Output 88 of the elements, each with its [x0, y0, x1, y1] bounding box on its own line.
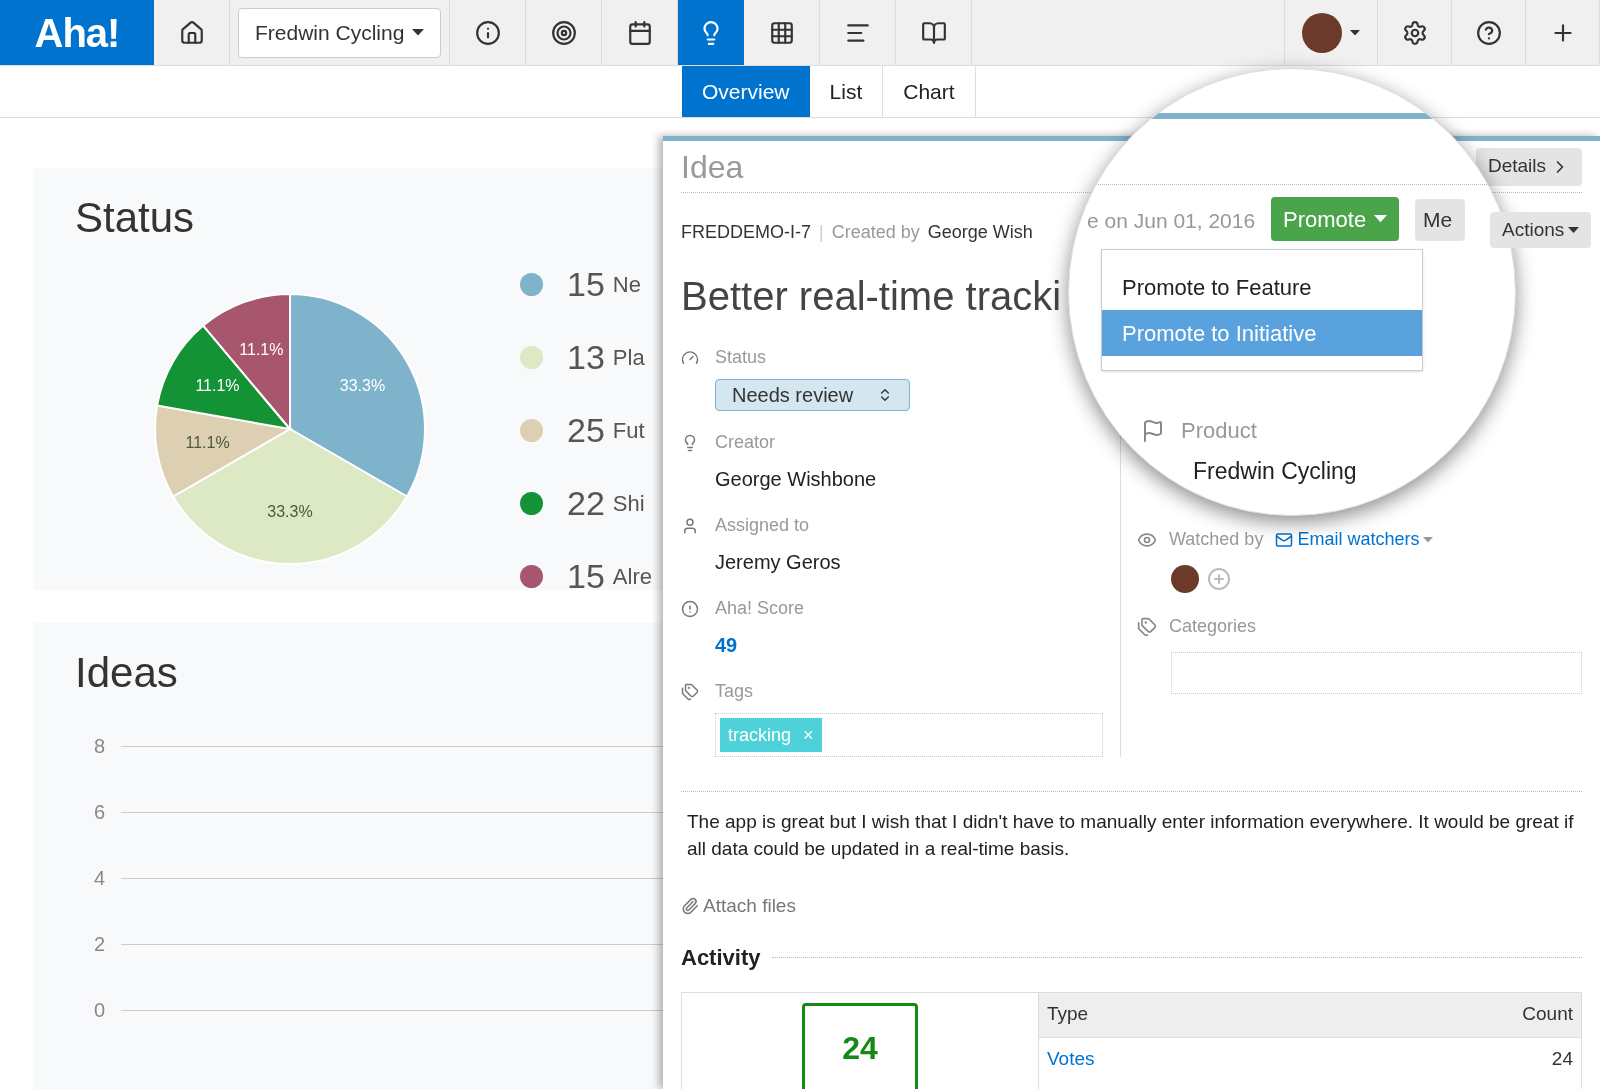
legend-count: 13 — [567, 337, 605, 378]
caret-icon — [1423, 536, 1434, 543]
field-label: Tags — [715, 680, 754, 703]
gauge-icon — [681, 348, 699, 367]
created-date: e on Jun 01, 2016 — [1087, 208, 1256, 234]
menu-item[interactable]: Promote to Feature — [1102, 264, 1422, 310]
score-link[interactable]: 49 — [715, 630, 738, 660]
sub-tab[interactable]: Overview — [682, 66, 810, 117]
legend-label: Pla — [612, 344, 645, 372]
sub-tab[interactable]: Chart — [883, 66, 976, 117]
field-value: Jeremy Geros — [715, 550, 841, 575]
legend-count: 22 — [567, 483, 605, 524]
legend-label: Alre — [612, 563, 652, 591]
tags-icon — [681, 682, 699, 701]
email-watchers-link[interactable]: Email watchers — [1275, 526, 1434, 553]
caret-icon — [1350, 29, 1360, 36]
user-icon — [681, 516, 699, 535]
actions-button[interactable]: Actions — [1490, 212, 1592, 248]
legend-label: Fut — [612, 417, 645, 445]
slice-label: 11.1% — [239, 340, 284, 358]
column-header: Type — [1047, 1002, 1089, 1027]
field-label: Assigned to — [715, 514, 810, 537]
alert-icon — [681, 599, 699, 618]
slice-label: 33.3% — [339, 377, 386, 395]
slice-label: 33.3% — [267, 502, 313, 520]
idea-description: The app is great but I wish that I didn't have to manually enter information everywhere. It would be great if all data could be updated in a real-time basis. — [687, 810, 1575, 861]
legend-label: Shi — [612, 490, 645, 518]
axis-label: 6 — [92, 800, 105, 825]
details-button[interactable]: Details — [1475, 147, 1582, 186]
panel-title: Idea — [681, 147, 744, 187]
field-label: Status — [715, 346, 767, 369]
sub-tab[interactable]: List — [809, 66, 884, 117]
info-icon — [474, 19, 501, 46]
settings-icon — [1401, 19, 1428, 46]
book-icon — [920, 19, 947, 46]
tags-icon — [1137, 616, 1157, 637]
field-value: George Wishbone — [715, 467, 877, 492]
separator: | — [819, 221, 824, 244]
field-label: Categories — [1169, 615, 1257, 638]
section-title: Activity — [681, 943, 761, 972]
legend-label: Ne — [612, 271, 641, 299]
grid-icon — [768, 19, 795, 46]
avatar — [1171, 565, 1199, 593]
calendar-icon — [626, 19, 653, 46]
paperclip-icon — [681, 897, 699, 916]
created-label: Created by — [831, 221, 920, 244]
card-title: Ideas — [75, 648, 178, 698]
slice-label: 11.1% — [185, 433, 230, 451]
axis-label: 4 — [92, 866, 105, 891]
help-icon — [1475, 19, 1502, 46]
more-button[interactable]: Me — [1415, 199, 1465, 241]
table-cell-text: 24 — [1551, 1046, 1573, 1071]
column-header: Count — [1522, 1002, 1573, 1027]
menu-item[interactable]: Promote to Initiative — [1102, 310, 1422, 356]
field-label: Creator — [715, 431, 776, 454]
creator-name: George Wish — [927, 221, 1033, 244]
axis-label: 8 — [92, 734, 105, 759]
flag-icon — [1141, 418, 1165, 443]
field-label: Watched by — [1169, 528, 1264, 551]
caret-icon — [1374, 215, 1388, 223]
product-dropdown[interactable]: Fredwin Cycling — [238, 7, 442, 58]
mail-icon — [1275, 530, 1294, 549]
categories-field[interactable] — [1171, 652, 1582, 694]
promote-button[interactable]: Promote — [1271, 197, 1400, 241]
product-name: Fredwin Cycling — [1193, 457, 1357, 486]
field-label: Product — [1181, 417, 1257, 445]
field-label: Aha! Score — [715, 597, 805, 620]
home-icon — [178, 19, 205, 46]
caret-icon — [1568, 226, 1580, 233]
status-select[interactable]: Needs review — [715, 379, 911, 411]
tag: tracking × — [720, 718, 822, 752]
legend-count: 15 — [567, 264, 605, 305]
card-title: Status — [75, 193, 195, 243]
target-icon — [550, 19, 577, 46]
legend-count: 15 — [567, 556, 605, 597]
logo[interactable]: Aha! — [0, 0, 154, 65]
idea-title: Better real-time tracki — [681, 273, 1062, 320]
user-menu[interactable] — [1284, 0, 1378, 65]
table-link[interactable]: Votes — [1047, 1044, 1095, 1074]
caret-icon — [412, 29, 425, 36]
avatar — [1302, 12, 1342, 53]
slice-label: 11.1% — [195, 377, 240, 395]
attach-files-link[interactable]: Attach files — [681, 892, 796, 921]
idea-ref: FREDDEMO-I-7 — [681, 221, 811, 244]
legend-count: 25 — [567, 410, 605, 451]
axis-label: 2 — [92, 932, 105, 957]
axis-label: 0 — [92, 998, 105, 1023]
vote-box: 24 — [802, 1002, 918, 1089]
